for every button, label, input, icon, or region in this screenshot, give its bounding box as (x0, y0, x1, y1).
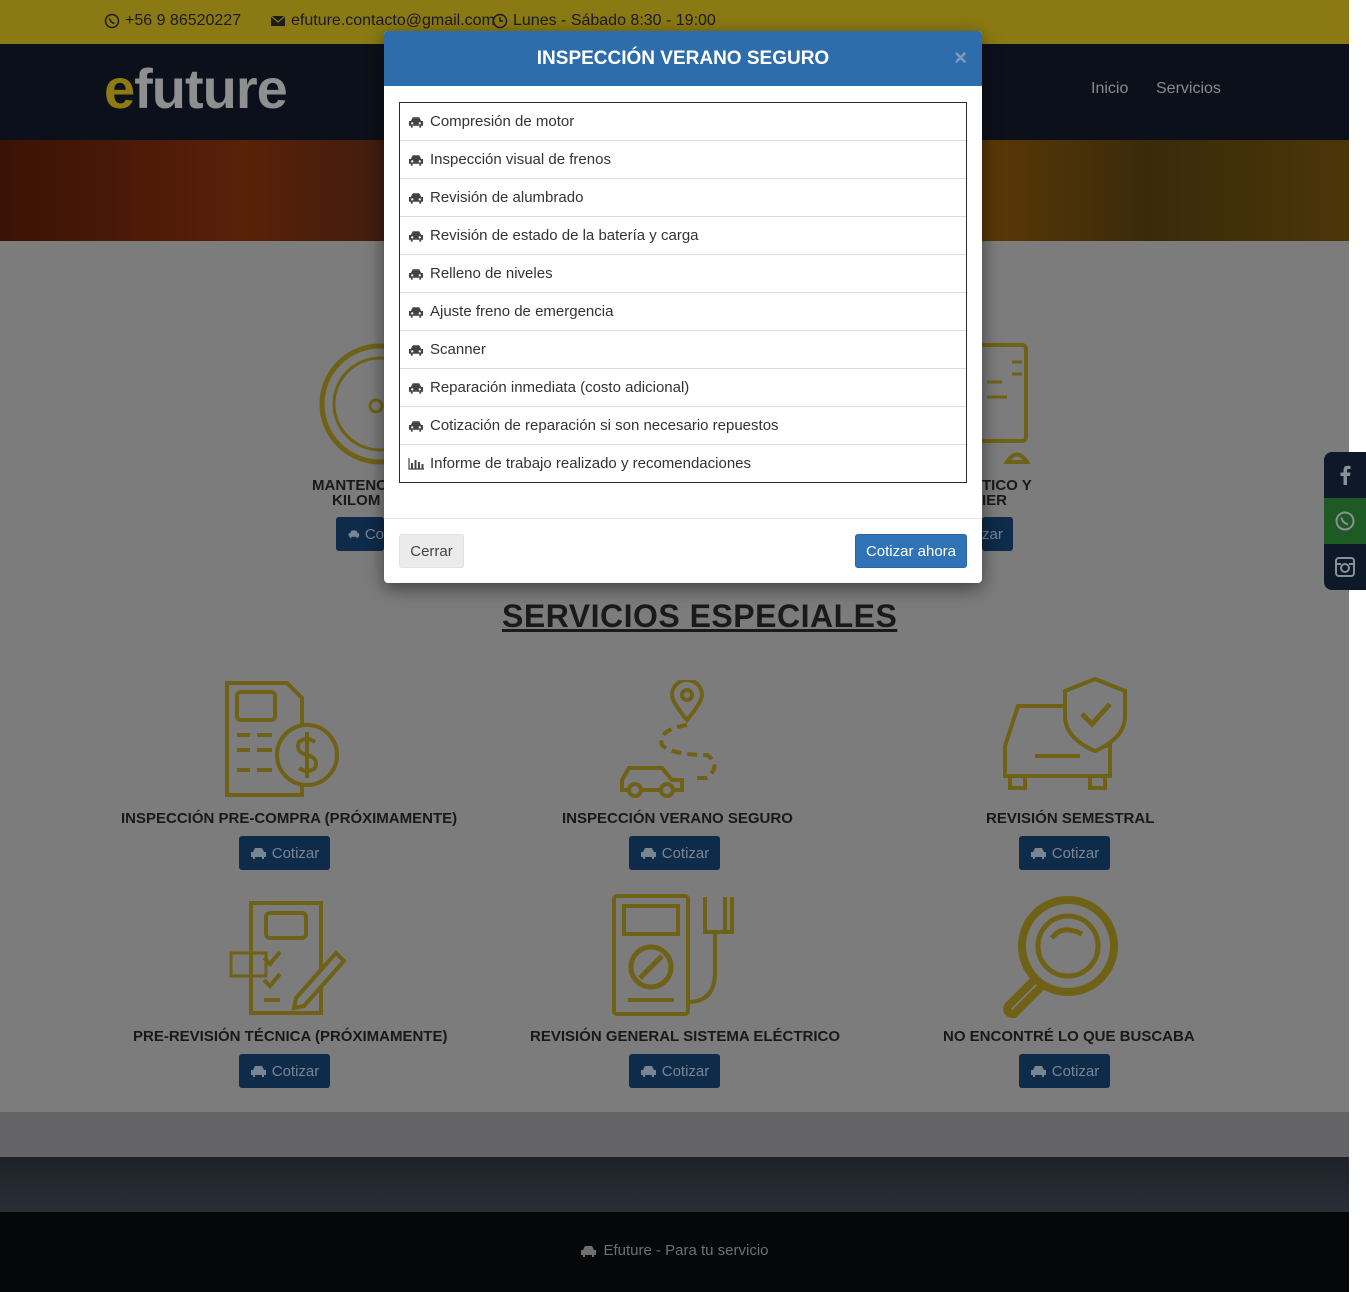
modal-list-item: Ajuste freno de emergencia (400, 292, 966, 330)
footer-text: Efuture - Para tu servicio (0, 1242, 1349, 1259)
modal-list-item-label: Revisión de alumbrado (430, 189, 584, 206)
modal-list-item: Scanner (400, 330, 966, 368)
cotizar-button-precompra[interactable]: Cotizar (239, 836, 330, 870)
car-icon (581, 1245, 597, 1257)
footer: Efuture - Para tu servicio (0, 1212, 1349, 1292)
modal-list-item-label: Informe de trabajo realizado y recomenda… (430, 455, 752, 472)
cotizar-button-semestral[interactable]: Cotizar (1019, 836, 1110, 870)
car-icon (408, 344, 424, 356)
service-modal: INSPECCIÓN VERANO SEGURO × Compresión de… (384, 31, 982, 583)
cotizar-button-electrico[interactable]: Cotizar (629, 1054, 720, 1088)
modal-item-list: Compresión de motor Inspección visual de … (399, 102, 967, 483)
route-car-icon (620, 680, 717, 798)
service-title-electrico: REVISIÓN GENERAL SISTEMA ELÉCTRICO (530, 1028, 841, 1045)
modal-list-item: Inspección visual de frenos (400, 140, 966, 178)
car-shield-icon (1003, 676, 1127, 790)
modal-title: INSPECCIÓN VERANO SEGURO (536, 48, 830, 69)
scrollbar[interactable] (1349, 0, 1366, 1292)
logo-e: e (104, 57, 135, 120)
envelope-icon (270, 15, 286, 26)
modal-list-item-label: Compresión de motor (430, 113, 575, 130)
car-icon (408, 268, 424, 280)
quote-now-button[interactable]: Cotizar ahora (855, 534, 967, 568)
hours-text: Lunes - Sábado 8:30 - 19:00 (513, 12, 716, 29)
close-icon[interactable]: × (954, 45, 967, 71)
service-title-left-2: KILOM (332, 492, 381, 509)
bar-chart-icon (408, 457, 424, 470)
service-title-precompra: INSPECCIÓN PRE-COMPRA (PRÓXIMAMENTE) (121, 810, 458, 827)
car-icon (408, 382, 424, 394)
car-icon (640, 1066, 656, 1077)
phone-text: +56 9 86520227 (125, 12, 242, 29)
diagnostic-screen-icon (982, 343, 1031, 464)
modal-list-item: Informe de trabajo realizado y recomenda… (400, 444, 966, 482)
clock-icon (492, 13, 508, 29)
instagram-button[interactable] (1324, 544, 1366, 590)
modal-list-item: Cotización de reparación si son necesari… (400, 406, 966, 444)
car-icon (250, 848, 266, 859)
service-title-right-2: IER (982, 492, 1008, 509)
lower-band (0, 1112, 1349, 1157)
modal-list-item-label: Relleno de niveles (430, 265, 553, 282)
special-services-heading: SERVICIOS ESPECIALES (502, 598, 898, 634)
car-icon (348, 530, 360, 539)
modal-list-item-label: Reparación inmediata (costo adicional) (430, 379, 690, 396)
modal-list-item: Revisión de estado de la batería y carga (400, 216, 966, 254)
car-icon (408, 230, 424, 242)
modal-list-item-label: Ajuste freno de emergencia (430, 303, 614, 320)
checklist-pen-icon (229, 901, 346, 1015)
car-icon (408, 154, 424, 166)
whatsapp-button[interactable] (1324, 498, 1366, 544)
car-icon (1030, 1066, 1046, 1077)
modal-list-item: Relleno de niveles (400, 254, 966, 292)
car-icon (1030, 848, 1046, 859)
cotizar-button-verano[interactable]: Cotizar (629, 836, 720, 870)
service-title-no-encontre: NO ENCONTRÉ LO QUE BUSCABA (943, 1028, 1195, 1045)
service-title-prerevision: PRE-REVISIÓN TÉCNICA (PRÓXIMAMENTE) (133, 1028, 448, 1045)
modal-list-item: Revisión de alumbrado (400, 178, 966, 216)
car-icon (640, 848, 656, 859)
car-icon (250, 1066, 266, 1077)
car-icon (408, 116, 424, 128)
site-logo[interactable]: efuture (104, 56, 288, 121)
whatsapp-icon (1335, 511, 1355, 531)
modal-footer-divider (384, 518, 982, 519)
multimeter-icon (612, 894, 734, 1016)
document-dollar-icon (225, 681, 339, 797)
cotizar-button-top-right[interactable]: zar (982, 517, 1013, 551)
hours-info: Lunes - Sábado 8:30 - 19:00 (492, 12, 716, 30)
modal-list-item-label: Cotización de reparación si son necesari… (430, 417, 779, 434)
modal-list-item: Compresión de motor (400, 102, 966, 140)
cotizar-button-prerevision[interactable]: Cotizar (239, 1054, 330, 1088)
logo-rest: future (134, 57, 288, 120)
modal-list-item-label: Scanner (430, 341, 486, 358)
modal-header: INSPECCIÓN VERANO SEGURO × (384, 31, 982, 86)
nav-link-inicio[interactable]: Inicio (1091, 80, 1128, 98)
modal-list-item: Reparación inmediata (costo adicional) (400, 368, 966, 406)
service-title-verano: INSPECCIÓN VERANO SEGURO (562, 810, 793, 827)
close-button[interactable]: Cerrar (399, 534, 464, 568)
phone-info[interactable]: +56 9 86520227 (104, 12, 241, 30)
instagram-icon (1335, 557, 1355, 577)
modal-list-item-label: Inspección visual de frenos (430, 151, 611, 168)
modal-list-item-label: Revisión de estado de la batería y carga (430, 227, 699, 244)
magnifier-icon (1003, 896, 1118, 1018)
car-icon (408, 192, 424, 204)
email-text: efuture.contacto@gmail.com (291, 12, 495, 29)
car-icon (408, 306, 424, 318)
cotizar-button-no-encontre[interactable]: Cotizar (1019, 1054, 1110, 1088)
email-info[interactable]: efuture.contacto@gmail.com (270, 12, 495, 30)
facebook-button[interactable] (1324, 452, 1366, 498)
service-title-semestral: REVISIÓN SEMESTRAL (986, 810, 1155, 827)
facebook-icon (1340, 465, 1351, 485)
cotizar-button-top-left[interactable]: Co (336, 517, 384, 551)
car-icon (408, 420, 424, 432)
nav-link-servicios[interactable]: Servicios (1156, 80, 1221, 98)
whatsapp-icon (104, 13, 120, 29)
image-band (0, 1157, 1349, 1212)
